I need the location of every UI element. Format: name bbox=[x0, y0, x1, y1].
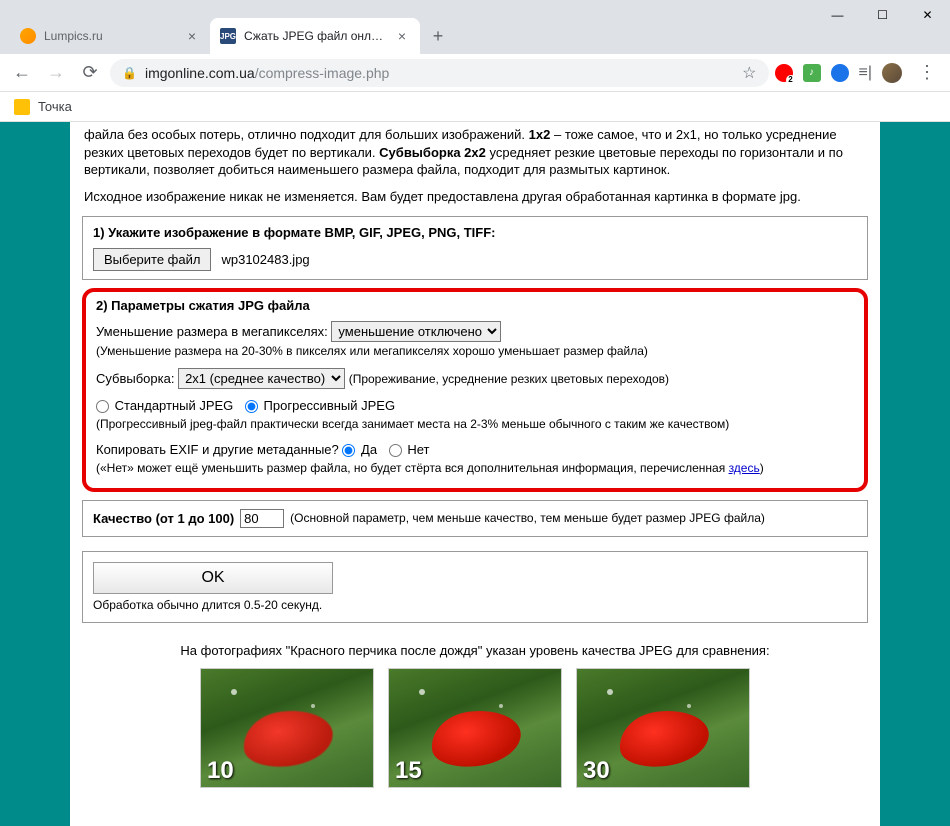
selected-filename: wp3102483.jpg bbox=[221, 252, 309, 267]
lock-icon: 🔒 bbox=[122, 66, 137, 80]
address-bar: ← → ⟳ 🔒 imgonline.com.ua/compress-image.… bbox=[0, 54, 950, 92]
quality-hint: (Основной параметр, чем меньше качество,… bbox=[290, 511, 765, 525]
megapixels-row: Уменьшение размера в мегапикселях: умень… bbox=[96, 321, 854, 360]
tab-imgonline[interactable]: JPG Сжать JPEG файл онлайн - IMG... × bbox=[210, 18, 420, 54]
close-icon[interactable]: × bbox=[394, 28, 410, 44]
menu-button[interactable]: ⋮ bbox=[912, 62, 942, 83]
subsampling-hint: (Прореживание, усреднение резких цветовы… bbox=[349, 372, 669, 386]
subsampling-row: Субвыборка: 2x1 (среднее качество) (Прор… bbox=[96, 368, 854, 389]
new-tab-button[interactable]: + bbox=[424, 22, 452, 50]
thumbnails-caption: На фотографиях "Красного перчика после д… bbox=[82, 643, 868, 658]
extensions: ♪ ≡| ⋮ bbox=[775, 62, 943, 83]
star-icon[interactable]: ☆ bbox=[742, 63, 756, 83]
extension-icon[interactable] bbox=[831, 64, 849, 82]
megapixels-label: Уменьшение размера в мегапикселях: bbox=[96, 324, 328, 339]
section-file-upload: 1) Укажите изображение в формате BMP, GI… bbox=[82, 216, 868, 280]
quality-row: Качество (от 1 до 100) (Основной парамет… bbox=[82, 500, 868, 537]
submit-section: OK Обработка обычно длится 0.5-20 секунд… bbox=[82, 551, 868, 623]
folder-icon bbox=[14, 99, 30, 115]
reload-button[interactable]: ⟳ bbox=[76, 59, 104, 87]
section-title: 1) Укажите изображение в формате BMP, GI… bbox=[93, 225, 857, 240]
reading-list-icon[interactable]: ≡| bbox=[859, 64, 873, 82]
processing-note: Обработка обычно длится 0.5-20 секунд. bbox=[93, 598, 857, 612]
quality-label: Качество (от 1 до 100) bbox=[93, 511, 234, 526]
maximize-button[interactable]: ☐ bbox=[860, 0, 905, 30]
bookmark-item[interactable]: Точка bbox=[38, 99, 72, 114]
page-content: файла без особых потерь, отлично подходи… bbox=[70, 122, 880, 826]
favicon-imgonline: JPG bbox=[220, 28, 236, 44]
tab-title: Lumpics.ru bbox=[44, 29, 176, 43]
section-title: 2) Параметры сжатия JPG файла bbox=[96, 298, 854, 313]
back-button[interactable]: ← bbox=[8, 59, 36, 87]
thumbnail: 30 bbox=[576, 668, 750, 788]
exif-hint: («Нет» может ещё уменьшить размер файла,… bbox=[96, 461, 764, 475]
subsampling-select[interactable]: 2x1 (среднее качество) bbox=[178, 368, 345, 389]
jpeg-progressive-radio[interactable]: Прогрессивный JPEG bbox=[245, 398, 395, 413]
tab-lumpics[interactable]: Lumpics.ru × bbox=[10, 18, 210, 54]
exif-yes-radio[interactable]: Да bbox=[342, 442, 377, 457]
quality-input[interactable] bbox=[240, 509, 284, 528]
section-compression-params: 2) Параметры сжатия JPG файла Уменьшение… bbox=[82, 288, 868, 492]
jpeg-type-row: Стандартный JPEG Прогрессивный JPEG (Про… bbox=[96, 397, 854, 433]
megapixels-select[interactable]: уменьшение отключено bbox=[331, 321, 501, 342]
thumbnail: 10 bbox=[200, 668, 374, 788]
favicon-lumpics bbox=[20, 28, 36, 44]
titlebar: Lumpics.ru × JPG Сжать JPEG файл онлайн … bbox=[0, 0, 950, 54]
viewport: файла без особых потерь, отлично подходи… bbox=[0, 122, 950, 826]
exif-info-link[interactable]: здесь bbox=[729, 461, 760, 475]
thumbnails-row: 10 15 30 bbox=[82, 668, 868, 788]
subsampling-label: Субвыборка: bbox=[96, 371, 174, 386]
close-window-button[interactable]: ✕ bbox=[905, 0, 950, 30]
thumbnail-label: 15 bbox=[395, 757, 422, 785]
extension-icon[interactable] bbox=[775, 64, 793, 82]
exif-no-radio[interactable]: Нет bbox=[389, 442, 430, 457]
thumbnail-label: 10 bbox=[207, 757, 234, 785]
intro-paragraph-2: Исходное изображение никак не изменяется… bbox=[82, 189, 868, 204]
ok-button[interactable]: OK bbox=[93, 562, 333, 594]
profile-avatar[interactable] bbox=[882, 63, 902, 83]
close-icon[interactable]: × bbox=[184, 28, 200, 44]
jpeg-type-hint: (Прогрессивный jpeg-файл практически все… bbox=[96, 417, 729, 431]
url-host: imgonline.com.ua bbox=[145, 65, 255, 81]
tab-title: Сжать JPEG файл онлайн - IMG... bbox=[244, 29, 386, 43]
thumbnail-label: 30 bbox=[583, 757, 610, 785]
url-path: /compress-image.php bbox=[255, 65, 390, 81]
exif-row: Копировать EXIF и другие метаданные? Да … bbox=[96, 441, 854, 477]
intro-paragraph: файла без особых потерь, отлично подходи… bbox=[82, 122, 868, 179]
window-controls: — ☐ ✕ bbox=[815, 0, 950, 30]
extension-icon[interactable]: ♪ bbox=[803, 64, 821, 82]
megapixels-hint: (Уменьшение размера на 20-30% в пикселях… bbox=[96, 344, 648, 358]
jpeg-standard-radio[interactable]: Стандартный JPEG bbox=[96, 398, 233, 413]
bookmarks-bar: Точка bbox=[0, 92, 950, 122]
forward-button[interactable]: → bbox=[42, 59, 70, 87]
exif-label: Копировать EXIF и другие метаданные? bbox=[96, 442, 339, 457]
choose-file-button[interactable]: Выберите файл bbox=[93, 248, 211, 271]
thumbnail: 15 bbox=[388, 668, 562, 788]
minimize-button[interactable]: — bbox=[815, 0, 860, 30]
omnibox[interactable]: 🔒 imgonline.com.ua/compress-image.php ☆ bbox=[110, 59, 769, 87]
